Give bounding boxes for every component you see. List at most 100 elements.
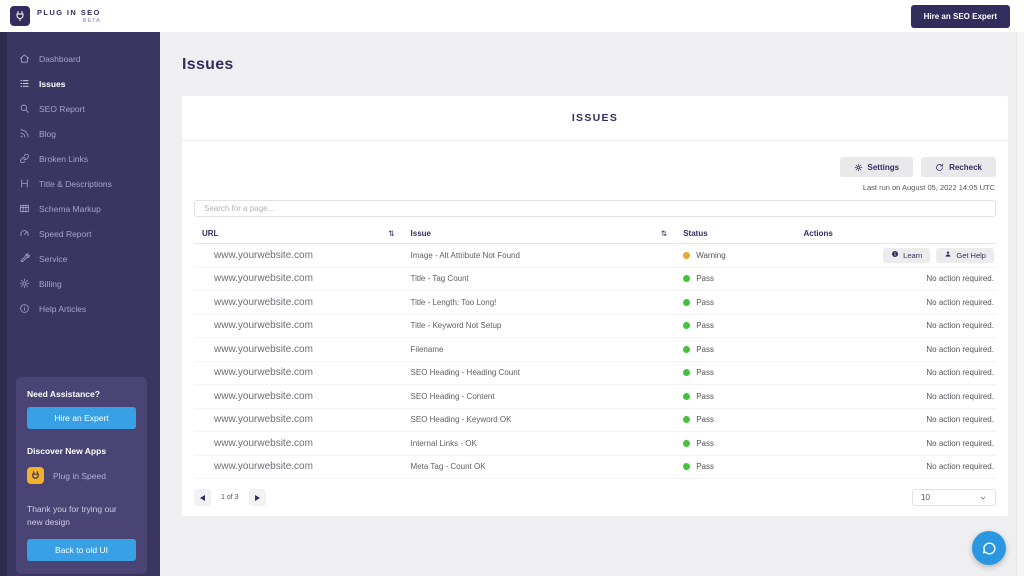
row-issue: SEO Heading - Keyword OK	[411, 415, 684, 424]
list-icon	[19, 78, 30, 89]
plug-logo-icon	[10, 6, 30, 26]
row-url[interactable]: www.yourwebsite.com	[194, 250, 411, 261]
status-dot-icon	[683, 252, 690, 259]
row-status: Pass	[683, 298, 803, 307]
row-issue: Meta Tag - Count OK	[411, 462, 684, 471]
row-issue: Internal Links - OK	[411, 439, 684, 448]
row-url[interactable]: www.yourwebsite.com	[194, 320, 411, 331]
chevron-down-icon	[979, 494, 987, 502]
sidebar-item-label: Issues	[39, 79, 65, 89]
table-row: www.yourwebsite.comSEO Heading - Content…	[194, 385, 996, 409]
sidebar-item-dashboard[interactable]: Dashboard	[0, 46, 160, 71]
no-action-text: No action required.	[926, 392, 994, 401]
learn-button[interactable]: Learn	[883, 248, 930, 263]
grid-icon	[19, 203, 30, 214]
row-status: Pass	[683, 368, 803, 377]
info-icon	[19, 303, 30, 314]
next-page-button[interactable]	[249, 489, 266, 506]
info-circle-icon	[891, 250, 899, 260]
row-actions: No action required.	[804, 321, 996, 330]
status-label: Pass	[696, 368, 714, 377]
sidebar-item-label: Help Articles	[39, 304, 86, 314]
sidebar-item-schema-markup[interactable]: Schema Markup	[0, 196, 160, 221]
status-label: Pass	[696, 439, 714, 448]
table-row: www.yourwebsite.comFilenamePassNo action…	[194, 338, 996, 362]
search-input[interactable]	[194, 200, 996, 217]
sidebar-item-blog[interactable]: Blog	[0, 121, 160, 146]
sidebar-item-speed-report[interactable]: Speed Report	[0, 221, 160, 246]
prev-page-button[interactable]	[194, 489, 211, 506]
row-issue: SEO Heading - Content	[411, 392, 684, 401]
status-dot-icon	[683, 369, 690, 376]
sidebar-nav: Dashboard Issues SEO Report Blog Broken Link…	[0, 32, 160, 321]
hire-seo-expert-button[interactable]: Hire an SEO Expert	[911, 5, 1010, 28]
sidebar-item-label: SEO Report	[39, 104, 85, 114]
no-action-text: No action required.	[926, 368, 994, 377]
sidebar-item-label: Dashboard	[39, 54, 81, 64]
column-actions: Actions	[804, 229, 833, 238]
row-url[interactable]: www.yourwebsite.com	[194, 414, 411, 425]
row-issue: Filename	[411, 345, 684, 354]
sidebar-item-seo-report[interactable]: SEO Report	[0, 96, 160, 121]
issues-table: URL ⇅ Issue ⇅ Status Actions www.yourweb…	[194, 223, 996, 479]
row-url[interactable]: www.yourwebsite.com	[194, 273, 411, 284]
link-icon	[19, 153, 30, 164]
row-url[interactable]: www.yourwebsite.com	[194, 438, 411, 449]
status-dot-icon	[683, 322, 690, 329]
sort-url-icon[interactable]: ⇅	[388, 229, 410, 238]
row-actions: No action required.	[804, 298, 996, 307]
table-row: www.yourwebsite.comImage - Alt Attribute…	[194, 244, 996, 268]
row-actions: No action required.	[804, 368, 996, 377]
person-icon	[944, 250, 952, 260]
page-size-select[interactable]: 10	[912, 489, 996, 506]
back-to-old-ui-button[interactable]: Back to old UI	[27, 539, 136, 561]
column-issue: Issue	[411, 229, 431, 238]
status-label: Pass	[696, 321, 714, 330]
no-action-text: No action required.	[926, 298, 994, 307]
row-issue: Title - Length: Too Long!	[411, 298, 684, 307]
row-issue: Title - Tag Count	[411, 274, 684, 283]
settings-button[interactable]: Settings	[840, 157, 914, 177]
app-logo: PLUG IN SEO BETA	[0, 6, 101, 26]
page-scrollbar[interactable]	[1016, 32, 1024, 576]
sidebar-item-label: Title & Descriptions	[39, 179, 112, 189]
row-url[interactable]: www.yourwebsite.com	[194, 344, 411, 355]
sidebar-item-broken-links[interactable]: Broken Links	[0, 146, 160, 171]
page-indicator: 1 of 3	[221, 494, 239, 501]
sidebar-item-title-descriptions[interactable]: Title & Descriptions	[0, 171, 160, 196]
status-dot-icon	[683, 393, 690, 400]
table-row: www.yourwebsite.comTitle - Tag CountPass…	[194, 268, 996, 292]
table-row: www.yourwebsite.comSEO Heading - Keyword…	[194, 409, 996, 433]
row-url[interactable]: www.yourwebsite.com	[194, 367, 411, 378]
issues-card: ISSUES Settings Recheck Last run on Augu…	[182, 96, 1008, 516]
status-label: Pass	[696, 345, 714, 354]
status-label: Pass	[696, 298, 714, 307]
hire-an-expert-button[interactable]: Hire an Expert	[27, 407, 136, 429]
table-footer: 1 of 3 10	[194, 489, 996, 506]
no-action-text: No action required.	[926, 415, 994, 424]
row-url[interactable]: www.yourwebsite.com	[194, 391, 411, 402]
chat-bubble-button[interactable]	[972, 531, 1006, 565]
sidebar-item-label: Blog	[39, 129, 56, 139]
row-actions: No action required.	[804, 415, 996, 424]
gears-icon	[854, 163, 863, 172]
sidebar-item-billing[interactable]: Billing	[0, 271, 160, 296]
row-issue: Image - Alt Attribute Not Found	[411, 251, 684, 260]
card-title: ISSUES	[182, 96, 1008, 124]
get-help-button[interactable]: Get Help	[936, 248, 994, 263]
sidebar-item-issues[interactable]: Issues	[0, 71, 160, 96]
plug-in-speed-app[interactable]: Plug in Speed	[27, 467, 136, 484]
issues-table-body: www.yourwebsite.comImage - Alt Attribute…	[194, 244, 996, 479]
recheck-button[interactable]: Recheck	[921, 157, 996, 177]
status-dot-icon	[683, 416, 690, 423]
sort-issue-icon[interactable]: ⇅	[661, 229, 683, 238]
sidebar-item-help-articles[interactable]: Help Articles	[0, 296, 160, 321]
sidebar-item-label: Billing	[39, 279, 62, 289]
row-url[interactable]: www.yourwebsite.com	[194, 297, 411, 308]
sidebar-item-service[interactable]: Service	[0, 246, 160, 271]
row-url[interactable]: www.yourwebsite.com	[194, 461, 411, 472]
row-status: Pass	[683, 321, 803, 330]
no-action-text: No action required.	[926, 321, 994, 330]
plug-in-speed-icon	[27, 467, 44, 484]
logo-beta-badge: BETA	[37, 18, 101, 24]
